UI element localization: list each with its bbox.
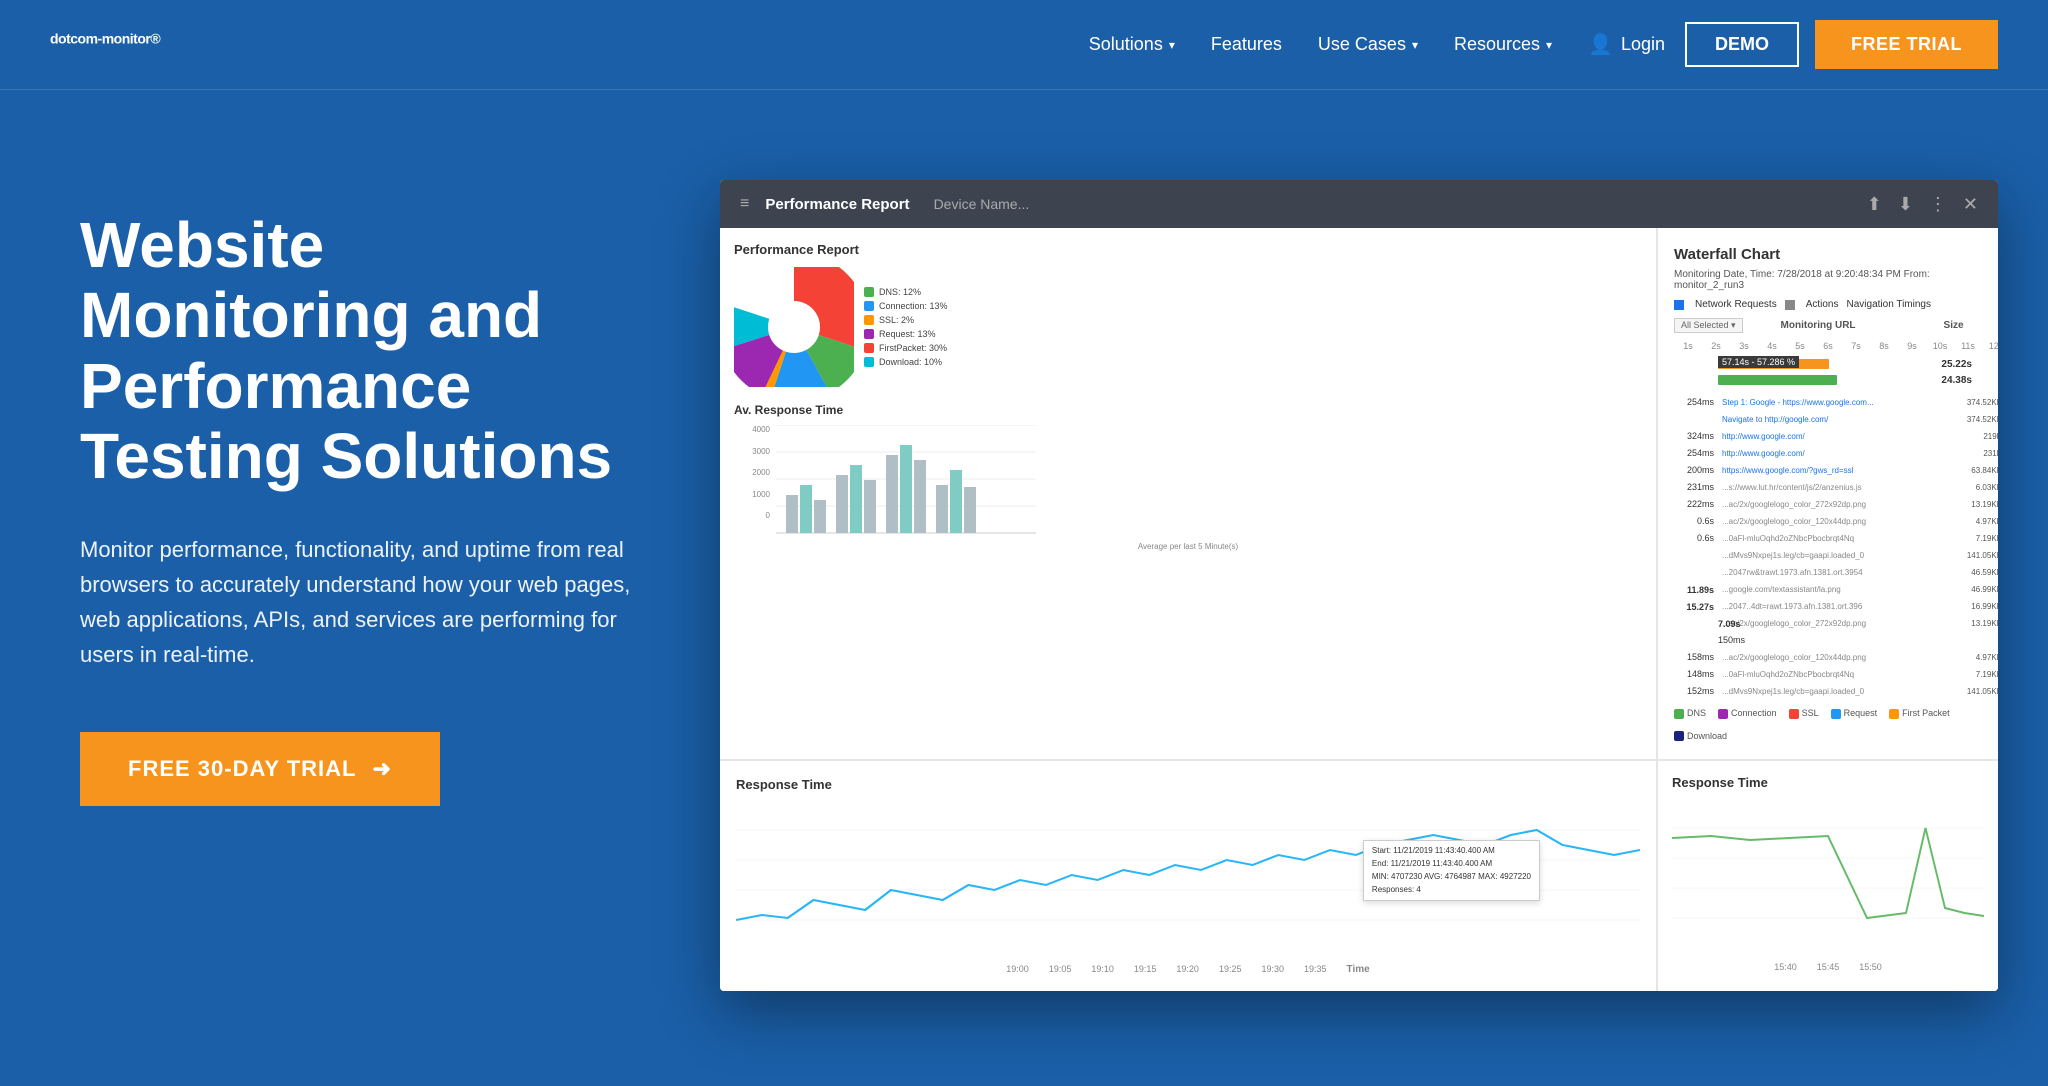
pie-chart-container: DNS: 12% Connection: 13% SSL: 2%	[734, 267, 1642, 387]
wf-row: 152ms ...dMvs9Nxpej1s.leg/cb=gaapi.loade…	[1674, 684, 1982, 698]
dns-legend-dot	[1674, 709, 1684, 719]
login-button[interactable]: 👤 Login	[1588, 32, 1665, 57]
response-time-svg-2	[1672, 798, 1984, 958]
wf-row: 7.09s ...ac/2x/googlelogo_color_272x92dp…	[1674, 616, 1982, 630]
wf-row: 324ms http://www.google.com/ 219B	[1674, 429, 1982, 443]
share-icon: ⬆	[1867, 194, 1882, 215]
nav-menu: Solutions ▾ Features Use Cases ▾ Resourc…	[1089, 34, 1552, 55]
hero-section: Website Monitoring and Performance Testi…	[0, 90, 2048, 1086]
wf-row: 0.6s ...ac/2x/googlelogo_color_120x44dp.…	[1674, 514, 1982, 528]
wf-row: 150ms	[1674, 633, 1982, 647]
wf-row: Navigate to http://google.com/ 374.52KB	[1674, 412, 1982, 426]
wf-row: 231ms ...s://www.lut.hr/content/js/2/anz…	[1674, 480, 1982, 494]
response-time-panel-2: Response Time 15:40 15:45	[1658, 761, 1998, 991]
timeline-ruler: 1s2s3s4s5s6s7s8s9s10s11s12s13s14s15s16s1…	[1674, 341, 1982, 351]
response-time-panel: Response Time Start: 11/21/2019 11:43:40…	[720, 761, 1656, 991]
nav-item-resources[interactable]: Resources ▾	[1454, 34, 1552, 55]
waterfall-panel: Waterfall Chart Monitoring Date, Time: 7…	[1658, 228, 1998, 759]
response-tooltip: Start: 11/21/2019 11:43:40.400 AM End: 1…	[1363, 840, 1540, 901]
all-selected-dropdown[interactable]: All Selected ▾	[1674, 318, 1743, 333]
ssl-legend-dot	[1789, 709, 1799, 719]
dashboard-icon: ≡	[740, 195, 749, 213]
bar-chart-svg	[776, 425, 1036, 535]
pie-legend: DNS: 12% Connection: 13% SSL: 2%	[864, 287, 948, 367]
wf-row: 15.27s ...2047..4dt=rawt.1973.afn.1381.o…	[1674, 599, 1982, 613]
chevron-down-icon: ▾	[1546, 38, 1552, 52]
wf-row: 254ms Step 1: Google - https://www.googl…	[1674, 395, 1982, 409]
network-requests-checkbox[interactable]	[1674, 300, 1684, 310]
wf-row: 158ms ...ac/2x/googlelogo_color_120x44dp…	[1674, 650, 1982, 664]
chevron-down-icon: ▾	[1169, 38, 1175, 52]
request-legend-dot	[1831, 709, 1841, 719]
time-axis: 19:00 19:05 19:10 19:15 19:20 19:25 19:3…	[736, 964, 1640, 975]
dashboard-header: ≡ Performance Report Device Name... ⬆ ⬇ …	[720, 180, 1998, 228]
wf-row: 254ms http://www.google.com/ 231B	[1674, 446, 1982, 460]
site-logo: dotcom-monitor®	[50, 29, 160, 61]
dashboard-actions: ⬆ ⬇ ⋮ ✕	[1867, 194, 1978, 215]
download-icon: ⬇	[1898, 194, 1913, 215]
dashboard-mockup: ≡ Performance Report Device Name... ⬆ ⬇ …	[720, 180, 1998, 991]
wf-row: 200ms https://www.google.com/?gws_rd=ssl…	[1674, 463, 1982, 477]
navbar: dotcom-monitor® Solutions ▾ Features Use…	[0, 0, 2048, 90]
hero-description: Monitor performance, functionality, and …	[80, 532, 640, 673]
wf-row: 0.6s ...0aFl-mluOqhd2oZNbcPbocbrqt4Nq 7.…	[1674, 531, 1982, 545]
demo-button[interactable]: DEMO	[1685, 22, 1799, 67]
more-icon: ⋮	[1929, 194, 1947, 215]
nav-item-features[interactable]: Features	[1211, 34, 1282, 55]
avg-response-panel: Av. Response Time 4000 3000 2000 1000 0	[734, 403, 1642, 551]
waterfall-rows: 254ms Step 1: Google - https://www.googl…	[1674, 395, 1982, 698]
response-time-chart-2	[1672, 798, 1984, 958]
waterfall-legend: DNS Connection SSL Request First Packet …	[1674, 708, 1982, 741]
time-axis-2: 15:40 15:45 15:50	[1672, 962, 1984, 972]
hero-content: Website Monitoring and Performance Testi…	[80, 170, 640, 806]
top-bars: 57.14s - 57.286 % 25.22s 24.38s	[1674, 357, 1982, 387]
wf-row: 11.89s ...google.com/textassistant/la.pn…	[1674, 582, 1982, 596]
wf-row: 148ms ...0aFl-mluOqhd2oZNbcPbocbrqt4Nq 7…	[1674, 667, 1982, 681]
bar-chart-label: Average per last 5 Minute(s)	[734, 542, 1642, 551]
dashboard-body: Waterfall Chart Monitoring Date, Time: 7…	[720, 228, 1998, 991]
nav-item-solutions[interactable]: Solutions ▾	[1089, 34, 1175, 55]
download-legend-dot	[1674, 731, 1684, 741]
user-icon: 👤	[1588, 32, 1613, 57]
hero-title: Website Monitoring and Performance Testi…	[80, 210, 640, 492]
nav-item-use-cases[interactable]: Use Cases ▾	[1318, 34, 1418, 55]
performance-report-panel: Performance Report	[720, 228, 1656, 759]
connection-legend-dot	[1718, 709, 1728, 719]
bar-green	[1718, 375, 1837, 385]
wf-row: ...2047rw&trawt.1973.afn.1381.ort.3954 4…	[1674, 565, 1982, 579]
y-axis: 4000 3000 2000 1000 0	[734, 425, 774, 520]
response-time-chart: Start: 11/21/2019 11:43:40.400 AM End: 1…	[736, 800, 1640, 960]
first-packet-legend-dot	[1889, 709, 1899, 719]
free-trial-nav-button[interactable]: FREE TRIAL	[1815, 20, 1998, 69]
wf-row: 222ms ...ac/2x/googlelogo_color_272x92dp…	[1674, 497, 1982, 511]
close-icon: ✕	[1963, 194, 1978, 215]
waterfall-meta: Monitoring Date, Time: 7/28/2018 at 9:20…	[1674, 269, 1982, 333]
dashboard-preview: ≡ Performance Report Device Name... ⬆ ⬇ …	[720, 170, 1998, 991]
wf-row: ...dMvs9Nxpej1s.leg/cb=gaapi.loaded_0 14…	[1674, 548, 1982, 562]
cta-button[interactable]: FREE 30-DAY TRIAL ➜	[80, 732, 440, 806]
arrow-icon: ➜	[373, 756, 392, 782]
actions-checkbox[interactable]	[1785, 300, 1795, 310]
pie-chart	[734, 267, 854, 387]
chevron-down-icon: ▾	[1412, 38, 1418, 52]
